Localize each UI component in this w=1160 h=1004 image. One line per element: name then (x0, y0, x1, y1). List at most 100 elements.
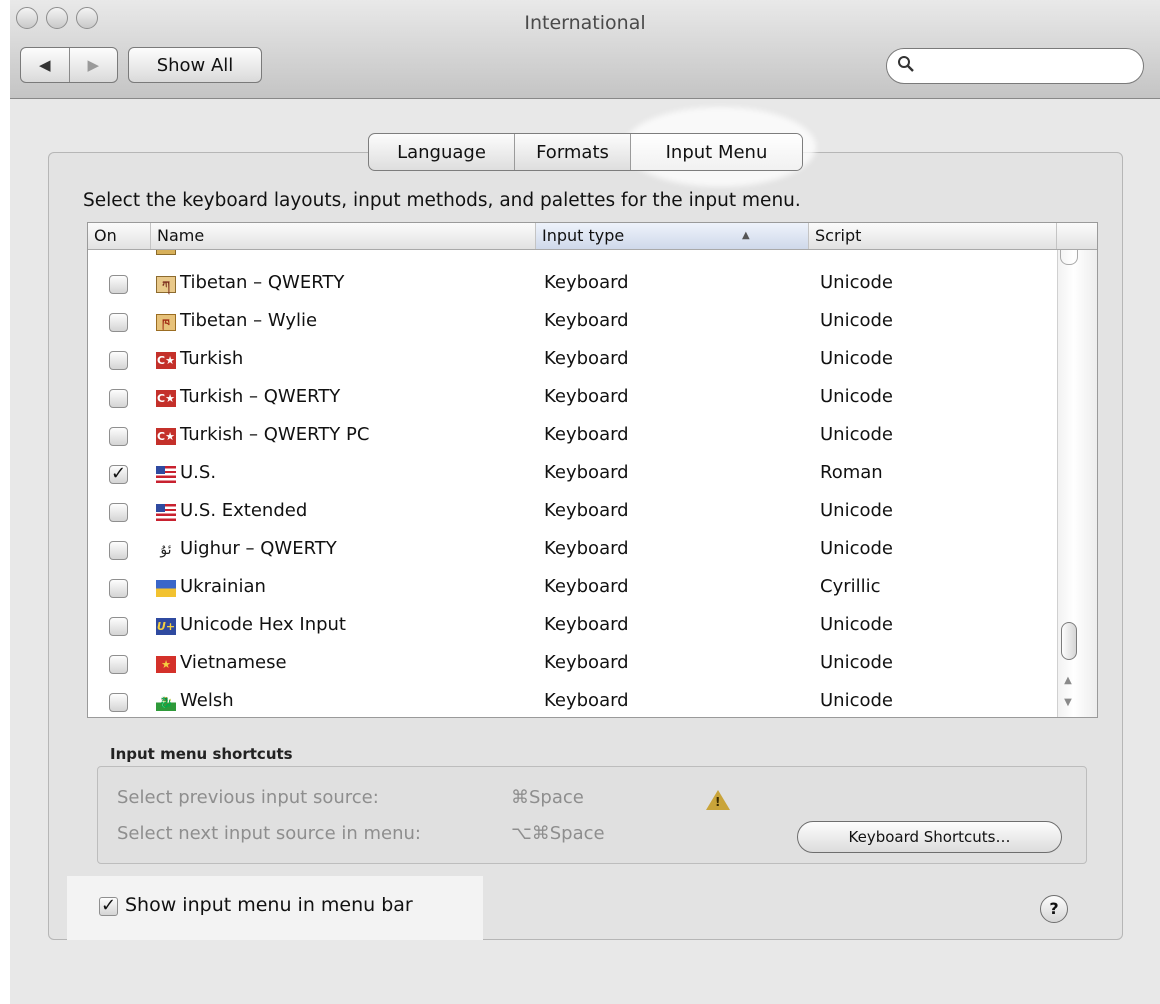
enable-checkbox[interactable] (109, 541, 128, 560)
enable-checkbox-checked[interactable]: ✓ (109, 465, 128, 484)
enable-checkbox[interactable] (109, 313, 128, 332)
turkish-pc-flag-icon: C★ (156, 428, 176, 445)
uighur-glyph-icon: ئۇ (160, 542, 172, 558)
enable-checkbox[interactable] (109, 427, 128, 446)
international-preferences-window: International ◀ ▶ Show All Language Form… (10, 0, 1160, 1004)
back-arrow-icon[interactable]: ◀ (21, 48, 69, 82)
input-sources-table: On Name Input type ▲ Script ཀ Tibetan – … (87, 222, 1098, 718)
row-input-type: Keyboard (544, 690, 629, 711)
row-script: Roman (820, 462, 883, 483)
table-row[interactable]: C★ Turkish – QWERTY PC Keyboard Unicode (88, 418, 1056, 456)
toolbar: International ◀ ▶ Show All (10, 0, 1160, 99)
warning-icon: ! (706, 790, 730, 810)
us-extended-flag-icon (156, 504, 176, 521)
search-input[interactable] (921, 54, 1135, 80)
tab-bar: Language Formats Input Menu (368, 133, 803, 171)
row-script: Unicode (820, 272, 893, 293)
column-input-type[interactable]: Input type ▲ (536, 223, 809, 249)
row-input-type: Keyboard (544, 310, 629, 331)
row-input-type: Keyboard (544, 424, 629, 445)
shortcuts-heading: Input menu shortcuts (110, 745, 293, 763)
search-icon (897, 55, 915, 78)
table-row-selected[interactable]: ✓ U.S. Keyboard Roman (88, 456, 1056, 494)
row-name: U.S. (180, 462, 217, 483)
row-script: Unicode (820, 538, 893, 559)
table-row[interactable]: ئۇ Uighur – QWERTY Keyboard Unicode (88, 532, 1056, 570)
row-input-type: Keyboard (544, 538, 629, 559)
vietnamese-flag-icon: ★ (156, 656, 176, 673)
row-script: Unicode (820, 500, 893, 521)
welsh-flag-icon: 🐉 (156, 694, 176, 711)
enable-checkbox[interactable] (109, 579, 128, 598)
table-header: On Name Input type ▲ Script (88, 223, 1097, 250)
help-button[interactable]: ? (1040, 895, 1068, 923)
previous-source-keys: ⌘Space (511, 787, 584, 808)
vertical-scrollbar[interactable]: ▲ ▼ (1057, 250, 1097, 717)
search-field[interactable] (886, 48, 1144, 84)
column-on[interactable]: On (88, 223, 151, 249)
enable-checkbox[interactable] (109, 503, 128, 522)
table-row[interactable]: ★ Vietnamese Keyboard Unicode (88, 646, 1056, 684)
sort-ascending-icon: ▲ (742, 230, 750, 241)
row-script: Unicode (820, 310, 893, 331)
tab-language[interactable]: Language (369, 134, 514, 170)
keyboard-shortcuts-button[interactable]: Keyboard Shortcuts… (797, 821, 1062, 853)
scroll-down-arrow-icon[interactable]: ▼ (1058, 692, 1078, 714)
tab-input-menu[interactable]: Input Menu (630, 134, 802, 170)
enable-checkbox[interactable] (109, 351, 128, 370)
back-forward-control: ◀ ▶ (20, 47, 118, 83)
scroll-up-arrow-icon[interactable]: ▲ (1058, 670, 1078, 692)
enable-checkbox[interactable] (109, 617, 128, 636)
instructions-text: Select the keyboard layouts, input metho… (83, 190, 801, 211)
table-row[interactable]: 🐉 Welsh Keyboard Unicode (88, 684, 1056, 717)
table-row[interactable]: C★ Turkish Keyboard Unicode (88, 342, 1056, 380)
row-name: Turkish (180, 348, 244, 369)
row-input-type: Keyboard (544, 500, 629, 521)
row-input-type: Keyboard (544, 652, 629, 673)
row-name: Unicode Hex Input (180, 614, 346, 635)
row-input-type: Keyboard (544, 462, 629, 483)
row-script: Unicode (820, 424, 893, 445)
enable-checkbox[interactable] (109, 655, 128, 674)
forward-arrow-icon[interactable]: ▶ (68, 48, 118, 82)
show-input-menu-label[interactable]: Show input menu in menu bar (125, 894, 413, 916)
tibetan-flag-icon: ཀ (156, 276, 176, 293)
flag-icon (156, 250, 176, 255)
table-row[interactable]: ཀ Tibetan – QWERTY Keyboard Unicode (88, 266, 1056, 304)
table-row[interactable] (88, 250, 1056, 266)
row-input-type: Keyboard (544, 348, 629, 369)
ukrainian-flag-icon (156, 580, 176, 597)
us-flag-icon (156, 466, 176, 483)
row-name: Ukrainian (180, 576, 266, 597)
tibetan-wylie-icon: ཁ (156, 314, 176, 331)
table-row[interactable]: C★ Turkish – QWERTY Keyboard Unicode (88, 380, 1056, 418)
show-all-button[interactable]: Show All (128, 47, 262, 83)
row-input-type: Keyboard (544, 386, 629, 407)
table-row[interactable]: U+ Unicode Hex Input Keyboard Unicode (88, 608, 1056, 646)
window-title: International (524, 12, 646, 34)
row-name: Welsh (180, 690, 234, 711)
row-script: Unicode (820, 348, 893, 369)
turkish-flag-icon: C★ (156, 390, 176, 407)
table-row[interactable]: U.S. Extended Keyboard Unicode (88, 494, 1056, 532)
warning-mark: ! (715, 795, 721, 809)
table-row[interactable]: Ukrainian Keyboard Cyrillic (88, 570, 1056, 608)
column-script[interactable]: Script (809, 223, 1057, 249)
next-source-keys: ⌥⌘Space (511, 823, 605, 844)
row-name: Vietnamese (180, 652, 287, 673)
column-name[interactable]: Name (151, 223, 536, 249)
next-source-label: Select next input source in menu: (117, 823, 421, 844)
scrollbar-thumb[interactable] (1061, 622, 1077, 660)
row-script: Unicode (820, 690, 893, 711)
row-name: Turkish – QWERTY PC (180, 424, 370, 445)
enable-checkbox[interactable] (109, 693, 128, 712)
enable-checkbox[interactable] (109, 275, 128, 294)
enable-checkbox[interactable] (109, 389, 128, 408)
unicode-hex-icon: U+ (156, 618, 176, 635)
row-name: Tibetan – Wylie (180, 310, 318, 331)
tab-formats[interactable]: Formats (514, 134, 630, 170)
row-name: Uighur – QWERTY (180, 538, 337, 559)
row-input-type: Keyboard (544, 272, 629, 293)
table-row[interactable]: ཁ Tibetan – Wylie Keyboard Unicode (88, 304, 1056, 342)
show-input-menu-checkbox[interactable]: ✓ (99, 897, 118, 916)
